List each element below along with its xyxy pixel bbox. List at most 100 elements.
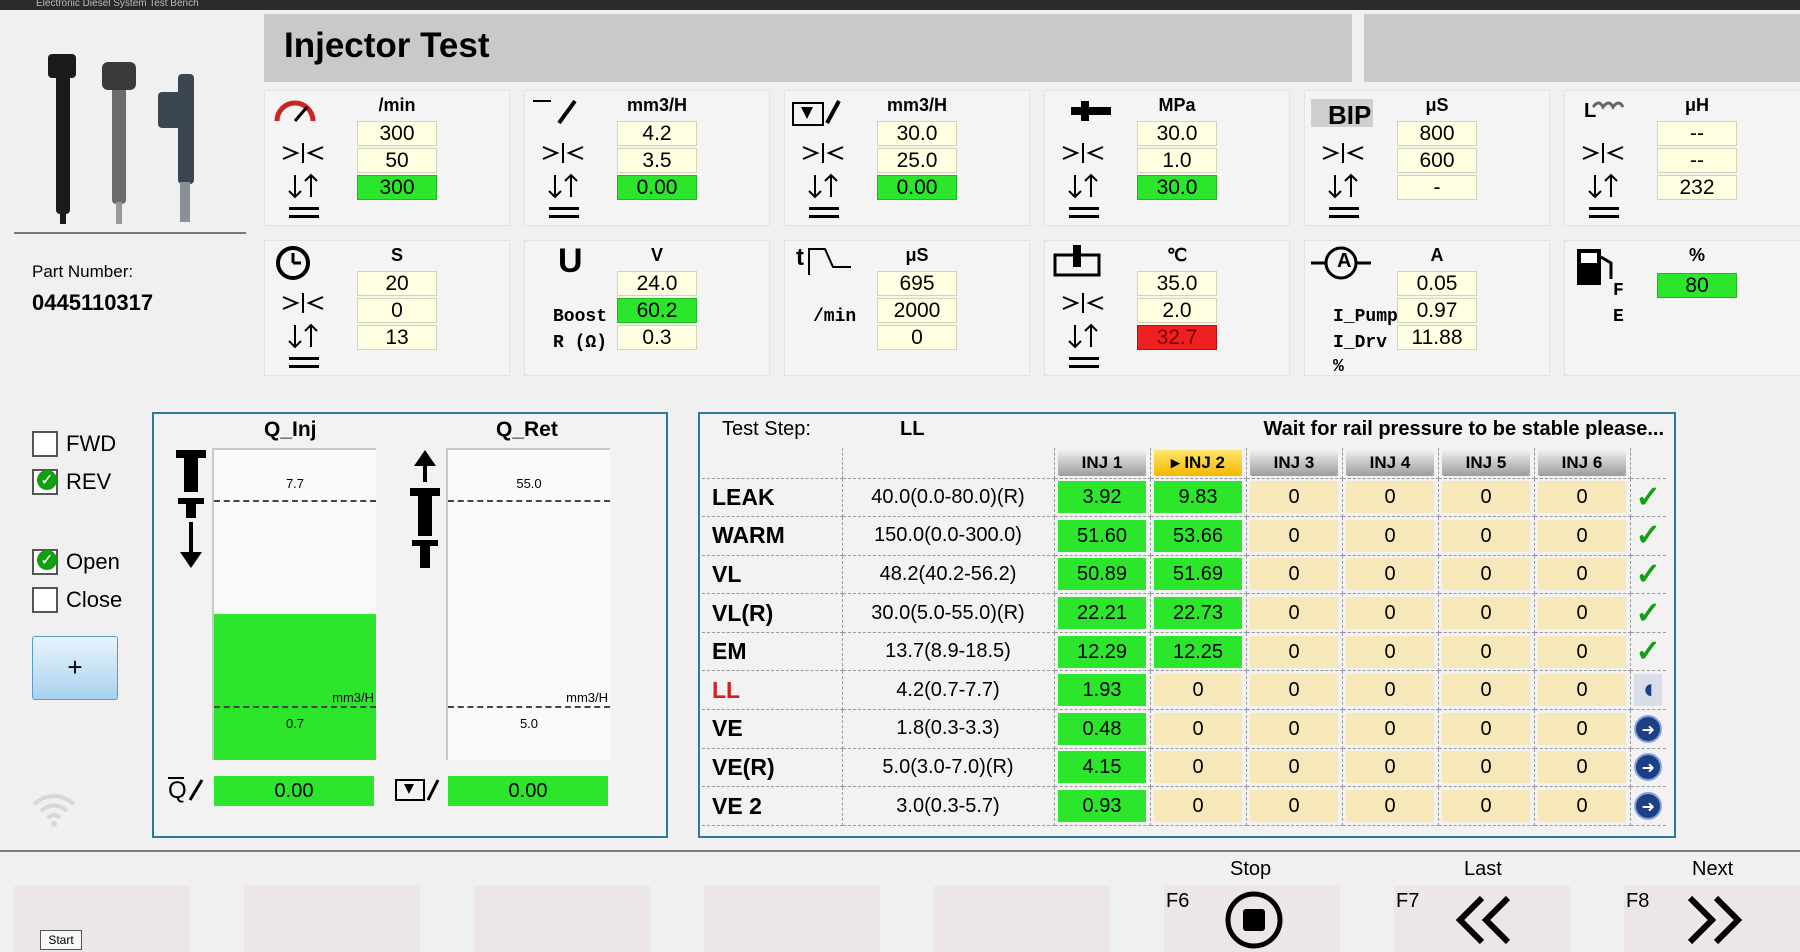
result-cell: 0 bbox=[1538, 635, 1626, 668]
param-value[interactable]: 2.0 bbox=[1137, 298, 1217, 323]
fkey-slot-3[interactable] bbox=[474, 886, 650, 952]
limit-symbols-icon bbox=[282, 143, 324, 218]
open-checkbox[interactable]: Open bbox=[32, 548, 120, 576]
result-cell: 0 bbox=[1442, 635, 1530, 668]
param-value[interactable]: 0 bbox=[357, 298, 437, 323]
param-unit: S bbox=[390, 245, 403, 265]
last-button[interactable]: F7 bbox=[1394, 886, 1570, 952]
param-value[interactable]: 35.0 bbox=[1137, 271, 1217, 296]
param-unit: mm3/H bbox=[626, 95, 688, 115]
add-button[interactable]: + bbox=[32, 636, 118, 700]
start-button[interactable]: Start bbox=[40, 930, 82, 950]
param-value[interactable]: 60.2 bbox=[617, 298, 697, 323]
param-label: % bbox=[1333, 357, 1344, 377]
param-value[interactable]: 300 bbox=[357, 175, 437, 200]
param-value[interactable]: -- bbox=[1657, 121, 1737, 146]
rev-checkbox[interactable]: REV bbox=[32, 468, 111, 496]
q-ret-upper-limit: 55.0 bbox=[516, 476, 542, 491]
param-value[interactable]: 0.05 bbox=[1397, 271, 1477, 296]
title-bar-right bbox=[1364, 14, 1800, 82]
close-checkbox[interactable]: Close bbox=[32, 586, 122, 614]
column-header-inj-6[interactable]: INJ 6 bbox=[1538, 449, 1626, 476]
param-value[interactable]: 3.5 bbox=[617, 148, 697, 173]
param-value[interactable]: 25.0 bbox=[877, 148, 957, 173]
column-header-inj-5[interactable]: INJ 5 bbox=[1442, 449, 1530, 476]
result-cell: 51.69 bbox=[1154, 558, 1242, 591]
column-header-inj-1[interactable]: INJ 1 bbox=[1058, 449, 1146, 476]
table-row[interactable]: WARM 150.0(0.0-300.0) 51.60 53.66 0 0 0 0 ✓ bbox=[702, 516, 1666, 556]
param-value[interactable]: 24.0 bbox=[617, 271, 697, 296]
next-button[interactable]: F8 bbox=[1624, 886, 1800, 952]
injection-quantity-icon: Q bbox=[168, 777, 204, 804]
param-value[interactable]: 232 bbox=[1657, 175, 1737, 200]
param-value[interactable]: 30.0 bbox=[1137, 121, 1217, 146]
test-step-label: Test Step: bbox=[722, 418, 811, 440]
table-row[interactable]: VL(R) 30.0(5.0-55.0)(R) 22.21 22.73 0 0 0 0 ✓ bbox=[702, 593, 1666, 633]
param-value[interactable]: 32.7 bbox=[1137, 325, 1217, 350]
arrow-right-icon[interactable]: ➜ bbox=[1634, 753, 1663, 782]
result-cell: 22.73 bbox=[1154, 597, 1242, 630]
column-header-inj-4[interactable]: INJ 4 bbox=[1346, 449, 1434, 476]
injection-quantity-icon bbox=[533, 99, 577, 125]
result-cell: 0 bbox=[1442, 519, 1530, 552]
stop-button[interactable]: F6 bbox=[1164, 886, 1340, 952]
param-value[interactable]: 30.0 bbox=[877, 121, 957, 146]
param-value[interactable]: 0.00 bbox=[617, 175, 697, 200]
param-value[interactable]: - bbox=[1397, 175, 1477, 200]
table-row[interactable]: VE 2 3.0(0.3-5.7) 0.93 0 0 0 0 0 ➜ bbox=[702, 786, 1666, 826]
table-row[interactable]: VE 1.8(0.3-3.3) 0.48 0 0 0 0 0 ➜ bbox=[702, 709, 1666, 749]
param-value[interactable]: 300 bbox=[357, 121, 437, 146]
result-cell: 0 bbox=[1538, 790, 1626, 823]
param-value[interactable]: 20 bbox=[357, 271, 437, 296]
param-panel-12: % F E 80 bbox=[1564, 240, 1800, 376]
return-quantity-icon bbox=[395, 779, 440, 801]
table-row[interactable]: VE(R) 5.0(3.0-7.0)(R) 4.15 0 0 0 0 0 ➜ bbox=[702, 748, 1666, 788]
f6-key: F6 bbox=[1166, 890, 1190, 912]
param-value[interactable]: 600 bbox=[1397, 148, 1477, 173]
param-panel-10: ℃ 35.0 2.0 32.7 bbox=[1044, 240, 1290, 376]
q-inj-upper-line bbox=[214, 500, 376, 502]
arrow-right-icon[interactable]: ➜ bbox=[1634, 792, 1663, 821]
column-header-inj-3[interactable]: INJ 3 bbox=[1250, 449, 1338, 476]
param-value[interactable]: 800 bbox=[1397, 121, 1477, 146]
param-value[interactable]: 0.3 bbox=[617, 325, 697, 350]
table-row[interactable]: VL 48.2(40.2-56.2) 50.89 51.69 0 0 0 0 ✓ bbox=[702, 555, 1666, 595]
window-caption-bar: Electronic Diesel System Test Bench bbox=[0, 0, 1800, 10]
param-value[interactable]: 695 bbox=[877, 271, 957, 296]
table-row[interactable]: EM 13.7(8.9-18.5) 12.29 12.25 0 0 0 0 ✓ bbox=[702, 632, 1666, 672]
fkey-slot-5[interactable] bbox=[934, 886, 1110, 952]
fkey-slot-4[interactable] bbox=[704, 886, 880, 952]
limit-symbols-icon bbox=[1062, 293, 1104, 368]
param-value[interactable]: 1.0 bbox=[1137, 148, 1217, 173]
param-panel-1: /min 300 50 300 bbox=[264, 90, 510, 226]
param-unit: MPa bbox=[1158, 95, 1196, 115]
step-name: LEAK bbox=[702, 478, 843, 518]
param-value[interactable]: 4.2 bbox=[617, 121, 697, 146]
param-value[interactable]: 0.00 bbox=[877, 175, 957, 200]
arrow-right-icon[interactable]: ➜ bbox=[1634, 714, 1663, 743]
result-cell: 0 bbox=[1154, 674, 1242, 707]
table-row[interactable]: LEAK 40.0(0.0-80.0)(R) 3.92 9.83 0 0 0 0 ✓ bbox=[702, 478, 1666, 518]
temperature-icon bbox=[1053, 245, 1101, 277]
param-unit: % bbox=[1688, 245, 1705, 265]
column-header-inj-2[interactable]: ▸ INJ 2 bbox=[1154, 449, 1242, 476]
fkey-slot-2[interactable] bbox=[244, 886, 420, 952]
param-value[interactable]: 0 bbox=[877, 325, 957, 350]
param-value[interactable]: 0.97 bbox=[1397, 298, 1477, 323]
param-value[interactable]: 80 bbox=[1657, 273, 1737, 298]
param-value[interactable]: 30.0 bbox=[1137, 175, 1217, 200]
result-cell: 0 bbox=[1346, 712, 1434, 745]
param-value[interactable]: 13 bbox=[357, 325, 437, 350]
in-progress-icon: ◖ bbox=[1634, 674, 1663, 707]
q-ret-unit: mm3/H bbox=[566, 690, 608, 705]
param-value[interactable]: 50 bbox=[357, 148, 437, 173]
param-value[interactable]: 2000 bbox=[877, 298, 957, 323]
icon-text: L bbox=[1584, 100, 1597, 122]
page-title: Injector Test bbox=[284, 26, 490, 65]
param-value[interactable]: 11.88 bbox=[1397, 325, 1477, 350]
result-cell: 50.89 bbox=[1058, 558, 1146, 591]
table-row[interactable]: LL 4.2(0.7-7.7) 1.93 0 0 0 0 0 ◖ bbox=[702, 670, 1666, 711]
param-value[interactable]: -- bbox=[1657, 148, 1737, 173]
fwd-checkbox[interactable]: FWD bbox=[32, 430, 116, 458]
step-name: VL(R) bbox=[702, 593, 843, 633]
